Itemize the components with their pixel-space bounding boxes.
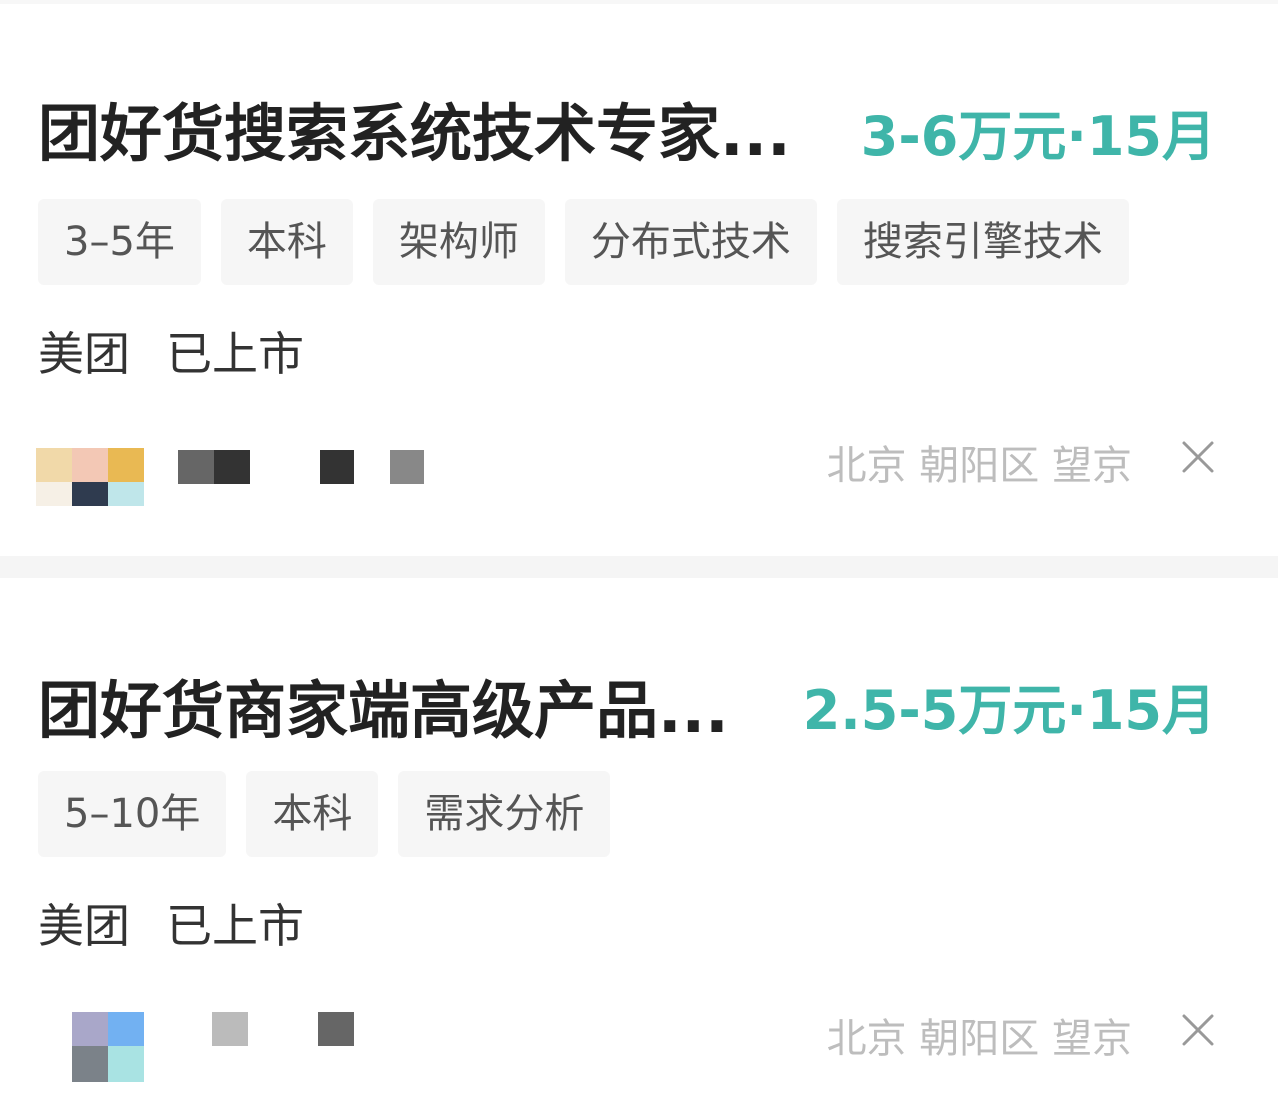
tag-education: 本科 — [220, 199, 353, 285]
company-info: 美团 已上市 — [38, 890, 304, 956]
job-title: 团好货搜索系统技术专家... — [38, 97, 791, 170]
tag-skill: 架构师 — [372, 199, 545, 285]
job-card[interactable]: 团好货商家端高级产品... 2.5-5万元·15月 5–10年 本科 需求分析 … — [0, 578, 1278, 1104]
recruiter-info — [36, 446, 436, 514]
job-title: 团好货商家端高级产品... — [38, 674, 729, 747]
card-divider — [0, 556, 1278, 578]
tag-skill: 分布式技术 — [564, 199, 817, 285]
dismiss-button[interactable] — [1178, 1010, 1218, 1050]
dismiss-button[interactable] — [1178, 437, 1218, 477]
company-name: 美团 — [38, 327, 130, 381]
tag-experience: 5–10年 — [38, 771, 227, 857]
job-salary: 3-6万元·15月 — [860, 105, 1216, 168]
tag-education: 本科 — [246, 771, 379, 857]
job-location: 北京 朝阳区 望京 — [826, 1016, 1132, 1062]
blurred-avatar-icon — [36, 448, 424, 506]
job-list: 团好货搜索系统技术专家... 3-6万元·15月 3–5年 本科 架构师 分布式… — [0, 0, 1278, 1104]
job-salary: 2.5-5万元·15月 — [802, 679, 1216, 742]
job-tags: 3–5年 本科 架构师 分布式技术 搜索引擎技术 — [38, 199, 1129, 285]
company-info: 美团 已上市 — [38, 318, 304, 384]
company-name: 美团 — [38, 899, 130, 953]
job-card[interactable]: 团好货搜索系统技术专家... 3-6万元·15月 3–5年 本科 架构师 分布式… — [0, 0, 1278, 556]
tag-skill: 需求分析 — [398, 771, 611, 857]
tag-skill: 搜索引擎技术 — [836, 199, 1129, 285]
close-icon — [1182, 441, 1214, 473]
recruiter-info — [36, 1008, 436, 1092]
company-status: 已上市 — [166, 899, 304, 953]
company-status: 已上市 — [166, 327, 304, 381]
job-tags: 5–10年 本科 需求分析 — [38, 771, 611, 857]
job-location: 北京 朝阳区 望京 — [826, 443, 1132, 489]
tag-experience: 3–5年 — [38, 199, 201, 285]
close-icon — [1182, 1014, 1214, 1046]
blurred-avatar-icon — [72, 1012, 354, 1082]
